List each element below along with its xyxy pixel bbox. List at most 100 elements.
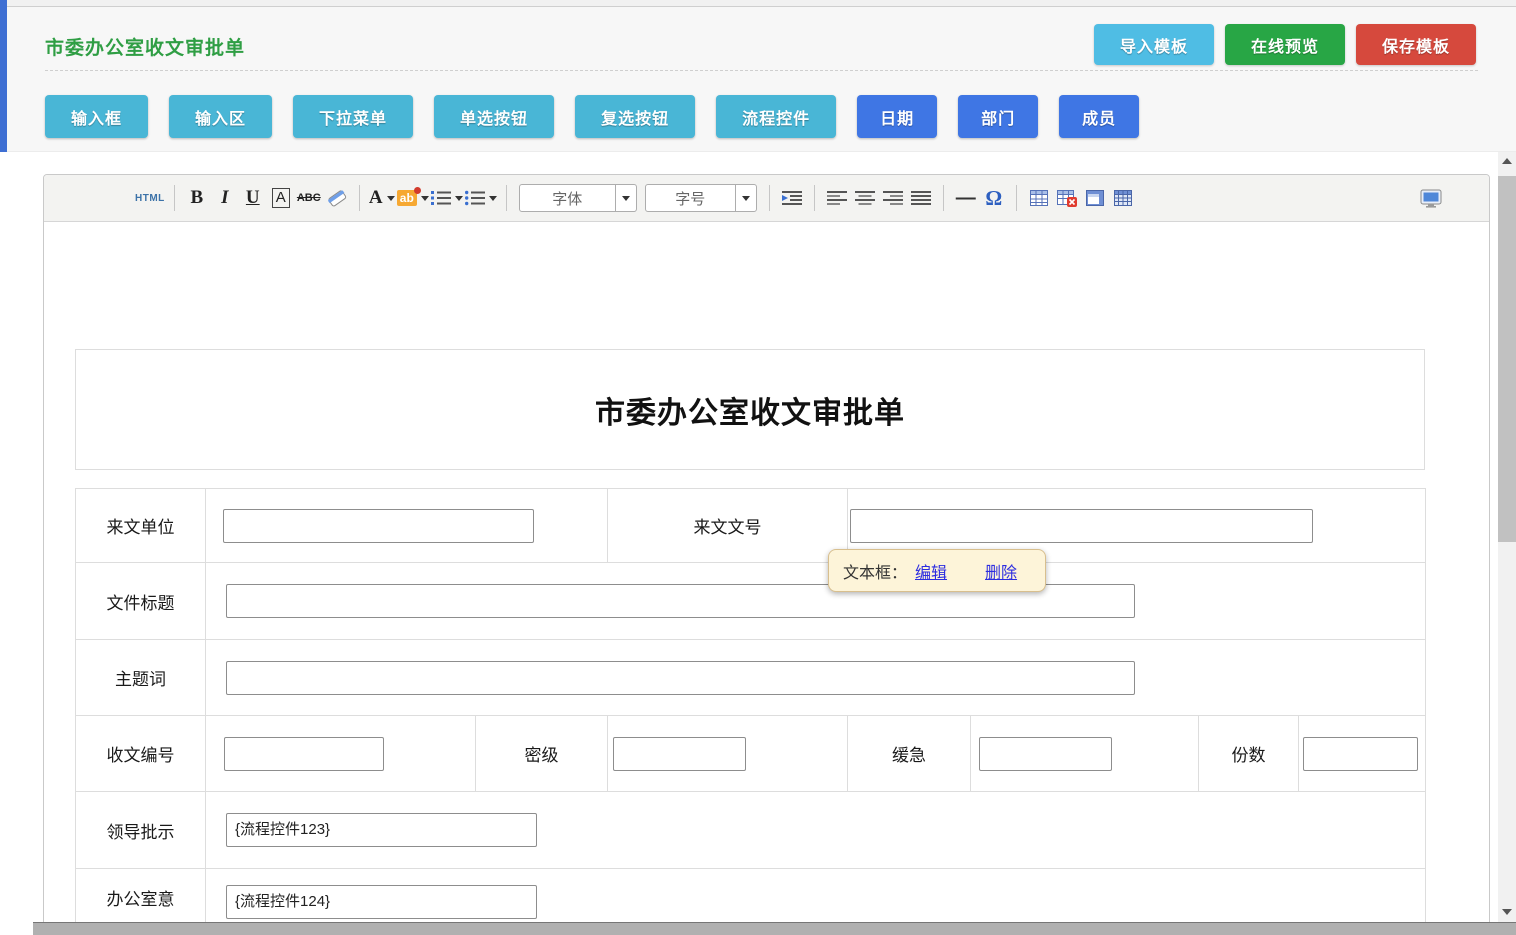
indent-icon[interactable] bbox=[779, 185, 805, 211]
text-input-field[interactable]: {流程控件123} bbox=[226, 813, 537, 847]
scroll-up-arrow[interactable] bbox=[1498, 152, 1516, 169]
toolbar-separator bbox=[769, 185, 770, 211]
text-color-icon[interactable]: A bbox=[369, 185, 395, 211]
field-label-cell: 来文单位 bbox=[76, 489, 206, 563]
table-row: 主题词 bbox=[76, 640, 1426, 716]
field-input-cell bbox=[1299, 716, 1426, 792]
import-template-button[interactable]: 导入模板 bbox=[1094, 24, 1214, 65]
field-input-cell bbox=[971, 716, 1199, 792]
checkbox-button[interactable]: 复选按钮 bbox=[575, 95, 695, 138]
approval-form-table: 来文单位来文文号文件标题主题词收文编号密级缓急份数领导批示{流程控件123}办公… bbox=[75, 488, 1426, 922]
strikethrough-icon[interactable]: ABC bbox=[296, 185, 322, 211]
vertical-scrollbar[interactable] bbox=[1498, 152, 1516, 922]
chevron-down-icon bbox=[489, 196, 497, 201]
table-row: 办公室意 {流程控件124} bbox=[76, 869, 1426, 923]
toolbar-separator bbox=[943, 185, 944, 211]
scrollbar-thumb[interactable] bbox=[1498, 176, 1516, 542]
edit-control-link[interactable]: 编辑 bbox=[915, 559, 947, 583]
scroll-down-arrow[interactable] bbox=[1498, 903, 1516, 920]
toolbar-separator bbox=[359, 185, 360, 211]
field-label-cell: 主题词 bbox=[76, 640, 206, 716]
text-input-field[interactable] bbox=[224, 737, 384, 771]
align-right-icon[interactable] bbox=[880, 185, 906, 211]
align-center-icon[interactable] bbox=[852, 185, 878, 211]
text-input-field[interactable] bbox=[613, 737, 746, 771]
department-button[interactable]: 部门 bbox=[958, 95, 1038, 138]
textarea-button[interactable]: 输入区 bbox=[169, 95, 272, 138]
horizontal-rule-icon[interactable]: — bbox=[953, 185, 979, 211]
table-props-icon[interactable] bbox=[1110, 185, 1136, 211]
tooltip-label: 文本框： bbox=[843, 559, 907, 583]
field-input-cell bbox=[608, 716, 848, 792]
text-input-field[interactable] bbox=[223, 509, 534, 543]
triangle-down-icon bbox=[1502, 909, 1512, 915]
triangle-up-icon bbox=[1502, 158, 1512, 164]
window-bottom-edge bbox=[33, 922, 1516, 935]
table-row: 收文编号密级缓急份数 bbox=[76, 716, 1426, 792]
field-label-cell: 份数 bbox=[1199, 716, 1299, 792]
chevron-down-icon bbox=[735, 185, 756, 211]
header-divider bbox=[45, 70, 1478, 71]
toolbar-separator bbox=[814, 185, 815, 211]
field-input-cell bbox=[206, 563, 1426, 640]
align-justify-icon[interactable] bbox=[908, 185, 934, 211]
underline-icon[interactable]: U bbox=[240, 185, 266, 211]
field-input-cell: {流程控件124} bbox=[206, 869, 1426, 923]
special-char-icon[interactable]: Ω bbox=[981, 185, 1007, 211]
field-label-cell: 来文文号 bbox=[608, 489, 848, 563]
insert-table-icon[interactable] bbox=[1026, 185, 1052, 211]
field-label-cell: 收文编号 bbox=[76, 716, 206, 792]
editor-document[interactable]: 市委办公室收文审批单 来文单位来文文号文件标题主题词收文编号密级缓急份数领导批示… bbox=[44, 222, 1489, 922]
text-input-field[interactable] bbox=[850, 509, 1313, 543]
delete-table-icon[interactable] bbox=[1054, 185, 1080, 211]
table-row: 文件标题 bbox=[76, 563, 1426, 640]
chevron-down-icon bbox=[387, 196, 395, 201]
save-template-button[interactable]: 保存模板 bbox=[1356, 24, 1476, 65]
font-border-icon[interactable]: A bbox=[268, 185, 294, 211]
editor-scroll-area: HTML B I U A ABC A ab bbox=[0, 152, 1498, 922]
source-code-icon[interactable]: HTML bbox=[135, 185, 165, 211]
date-button[interactable]: 日期 bbox=[857, 95, 937, 138]
eraser-icon[interactable] bbox=[324, 185, 350, 211]
text-input-field[interactable] bbox=[979, 737, 1112, 771]
input-box-button[interactable]: 输入框 bbox=[45, 95, 148, 138]
toolbar-separator bbox=[174, 185, 175, 211]
field-widget-buttons: 输入框输入区下拉菜单单选按钮复选按钮流程控件日期部门成员 bbox=[45, 95, 1139, 138]
flow-control-button[interactable]: 流程控件 bbox=[716, 95, 836, 138]
bold-icon[interactable]: B bbox=[184, 185, 210, 211]
ordered-list-icon[interactable] bbox=[431, 185, 463, 211]
field-input-cell bbox=[206, 489, 608, 563]
document-title-block[interactable]: 市委办公室收文审批单 bbox=[75, 349, 1425, 470]
control-edit-tooltip: 文本框： 编辑 删除 bbox=[828, 549, 1046, 592]
text-input-field[interactable] bbox=[1303, 737, 1418, 771]
field-label-cell: 办公室意 bbox=[76, 869, 206, 923]
rich-text-editor: HTML B I U A ABC A ab bbox=[43, 174, 1490, 922]
delete-control-link[interactable]: 删除 bbox=[985, 559, 1017, 583]
fullscreen-icon[interactable] bbox=[1418, 185, 1444, 211]
table-body: 来文单位来文文号文件标题主题词收文编号密级缓急份数领导批示{流程控件123}办公… bbox=[76, 489, 1426, 923]
font-size-select[interactable]: 字号 bbox=[645, 184, 757, 212]
align-left-icon[interactable] bbox=[824, 185, 850, 211]
field-input-cell bbox=[206, 716, 476, 792]
highlight-color-icon[interactable]: ab bbox=[397, 185, 429, 211]
document-title: 市委办公室收文审批单 bbox=[595, 388, 905, 432]
preview-online-button[interactable]: 在线预览 bbox=[1225, 24, 1345, 65]
unordered-list-icon[interactable] bbox=[465, 185, 497, 211]
font-family-select[interactable]: 字体 bbox=[519, 184, 637, 212]
radio-button[interactable]: 单选按钮 bbox=[434, 95, 554, 138]
page-title: 市委办公室收文审批单 bbox=[45, 33, 245, 60]
chevron-down-icon bbox=[615, 185, 636, 211]
editor-toolbar: HTML B I U A ABC A ab bbox=[44, 175, 1489, 222]
field-input-cell bbox=[206, 640, 1426, 716]
table-cell-props-icon[interactable] bbox=[1082, 185, 1108, 211]
header-panel: 市委办公室收文审批单 导入模板在线预览保存模板 输入框输入区下拉菜单单选按钮复选… bbox=[7, 7, 1516, 152]
member-button[interactable]: 成员 bbox=[1059, 95, 1139, 138]
app-viewport: 市委办公室收文审批单 导入模板在线预览保存模板 输入框输入区下拉菜单单选按钮复选… bbox=[0, 0, 1516, 935]
table-row: 来文单位 来文文号 bbox=[76, 489, 1426, 563]
chevron-down-icon bbox=[421, 196, 429, 201]
dropdown-button[interactable]: 下拉菜单 bbox=[293, 95, 413, 138]
text-input-field[interactable]: {流程控件124} bbox=[226, 885, 537, 919]
italic-icon[interactable]: I bbox=[212, 185, 238, 211]
text-input-field[interactable] bbox=[226, 661, 1135, 695]
template-action-buttons: 导入模板在线预览保存模板 bbox=[1094, 24, 1476, 65]
